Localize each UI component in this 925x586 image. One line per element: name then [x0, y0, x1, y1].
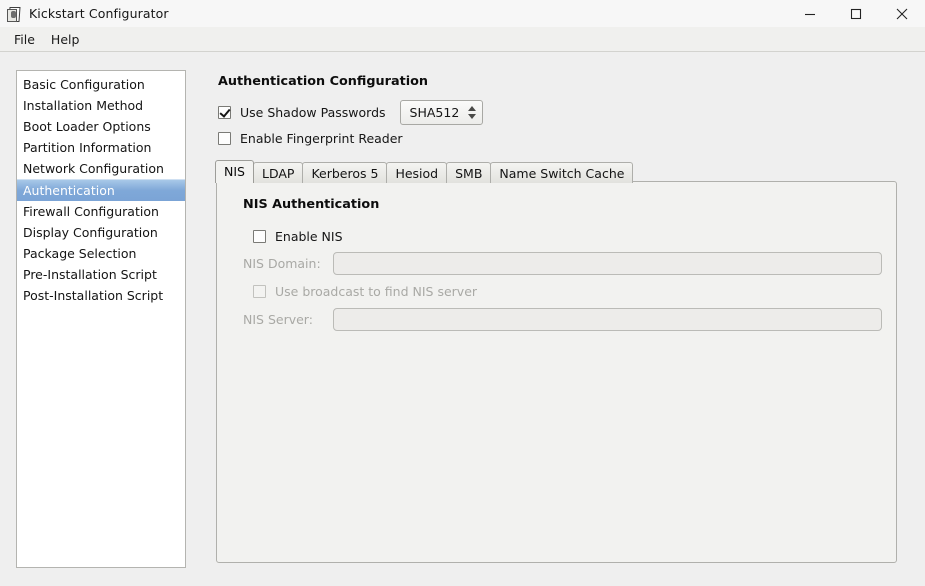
- spinner-arrows-icon[interactable]: [468, 106, 479, 119]
- sidebar-item-authentication[interactable]: Authentication: [17, 179, 185, 201]
- menu-file[interactable]: File: [7, 29, 44, 50]
- tab-nis[interactable]: NIS: [215, 160, 254, 183]
- fingerprint-reader-row: Enable Fingerprint Reader: [218, 131, 403, 146]
- nis-fields: Enable NIS NIS Domain: Use broadcast to …: [217, 223, 896, 334]
- sidebar-item-package-selection[interactable]: Package Selection: [17, 243, 185, 264]
- sidebar-item-post-installation-script[interactable]: Post-Installation Script: [17, 285, 185, 306]
- use-shadow-passwords-label: Use Shadow Passwords: [240, 105, 386, 120]
- use-broadcast-row: Use broadcast to find NIS server: [243, 278, 896, 305]
- window-title: Kickstart Configurator: [29, 6, 169, 21]
- sidebar-item-display-configuration[interactable]: Display Configuration: [17, 222, 185, 243]
- main-content: Authentication Configuration: [206, 60, 906, 89]
- nis-server-input[interactable]: [333, 308, 882, 331]
- page-title: Authentication Configuration: [218, 74, 429, 89]
- window-controls: [787, 0, 925, 27]
- nis-server-label: NIS Server:: [243, 312, 313, 327]
- nis-group-title: NIS Authentication: [243, 197, 380, 212]
- nis-domain-input[interactable]: [333, 252, 882, 275]
- sidebar-item-partition-information[interactable]: Partition Information: [17, 137, 185, 158]
- shadow-passwords-row: Use Shadow Passwords SHA512: [218, 100, 484, 125]
- sidebar-item-basic-configuration[interactable]: Basic Configuration: [17, 74, 185, 95]
- nis-domain-label: NIS Domain:: [243, 256, 321, 271]
- enable-nis-row: Enable NIS: [243, 223, 896, 249]
- sidebar-item-network-configuration[interactable]: Network Configuration: [17, 158, 185, 179]
- menu-help[interactable]: Help: [44, 29, 89, 50]
- tab-name-switch-cache[interactable]: Name Switch Cache: [490, 162, 634, 183]
- sidebar-item-firewall-configuration[interactable]: Firewall Configuration: [17, 201, 185, 222]
- sidebar-list: Basic Configuration Installation Method …: [16, 70, 186, 568]
- close-icon[interactable]: [879, 0, 925, 27]
- sidebar-item-pre-installation-script[interactable]: Pre-Installation Script: [17, 264, 185, 285]
- sidebar-item-boot-loader-options[interactable]: Boot Loader Options: [17, 116, 185, 137]
- use-broadcast-label: Use broadcast to find NIS server: [275, 284, 478, 299]
- nis-tab-panel: NIS Authentication Enable NIS NIS Domain…: [216, 181, 897, 563]
- tab-bar: NIS LDAP Kerberos 5 Hesiod SMB Name Swit…: [215, 160, 634, 183]
- minimize-icon[interactable]: [787, 0, 833, 27]
- enable-fingerprint-reader-label: Enable Fingerprint Reader: [240, 131, 403, 146]
- enable-nis-label: Enable NIS: [275, 228, 343, 244]
- tab-smb[interactable]: SMB: [446, 162, 492, 183]
- use-broadcast-checkbox[interactable]: [253, 285, 266, 298]
- enable-nis-checkbox[interactable]: [253, 229, 266, 243]
- enable-fingerprint-reader-checkbox[interactable]: [218, 132, 231, 145]
- tab-kerberos-5[interactable]: Kerberos 5: [302, 162, 388, 183]
- use-shadow-passwords-checkbox[interactable]: [218, 106, 231, 119]
- sidebar-item-installation-method[interactable]: Installation Method: [17, 95, 185, 116]
- nis-server-row: NIS Server:: [243, 305, 896, 334]
- menu-bar: File Help: [0, 27, 925, 52]
- title-bar: Kickstart Configurator: [0, 0, 925, 27]
- hash-algorithm-select[interactable]: SHA512: [399, 100, 484, 125]
- nis-domain-row: NIS Domain:: [243, 249, 896, 278]
- kickstart-app-icon: [6, 6, 22, 22]
- tab-ldap[interactable]: LDAP: [252, 162, 304, 183]
- maximize-icon[interactable]: [833, 0, 879, 27]
- hash-algorithm-value: SHA512: [409, 105, 460, 120]
- tab-hesiod[interactable]: Hesiod: [386, 162, 448, 183]
